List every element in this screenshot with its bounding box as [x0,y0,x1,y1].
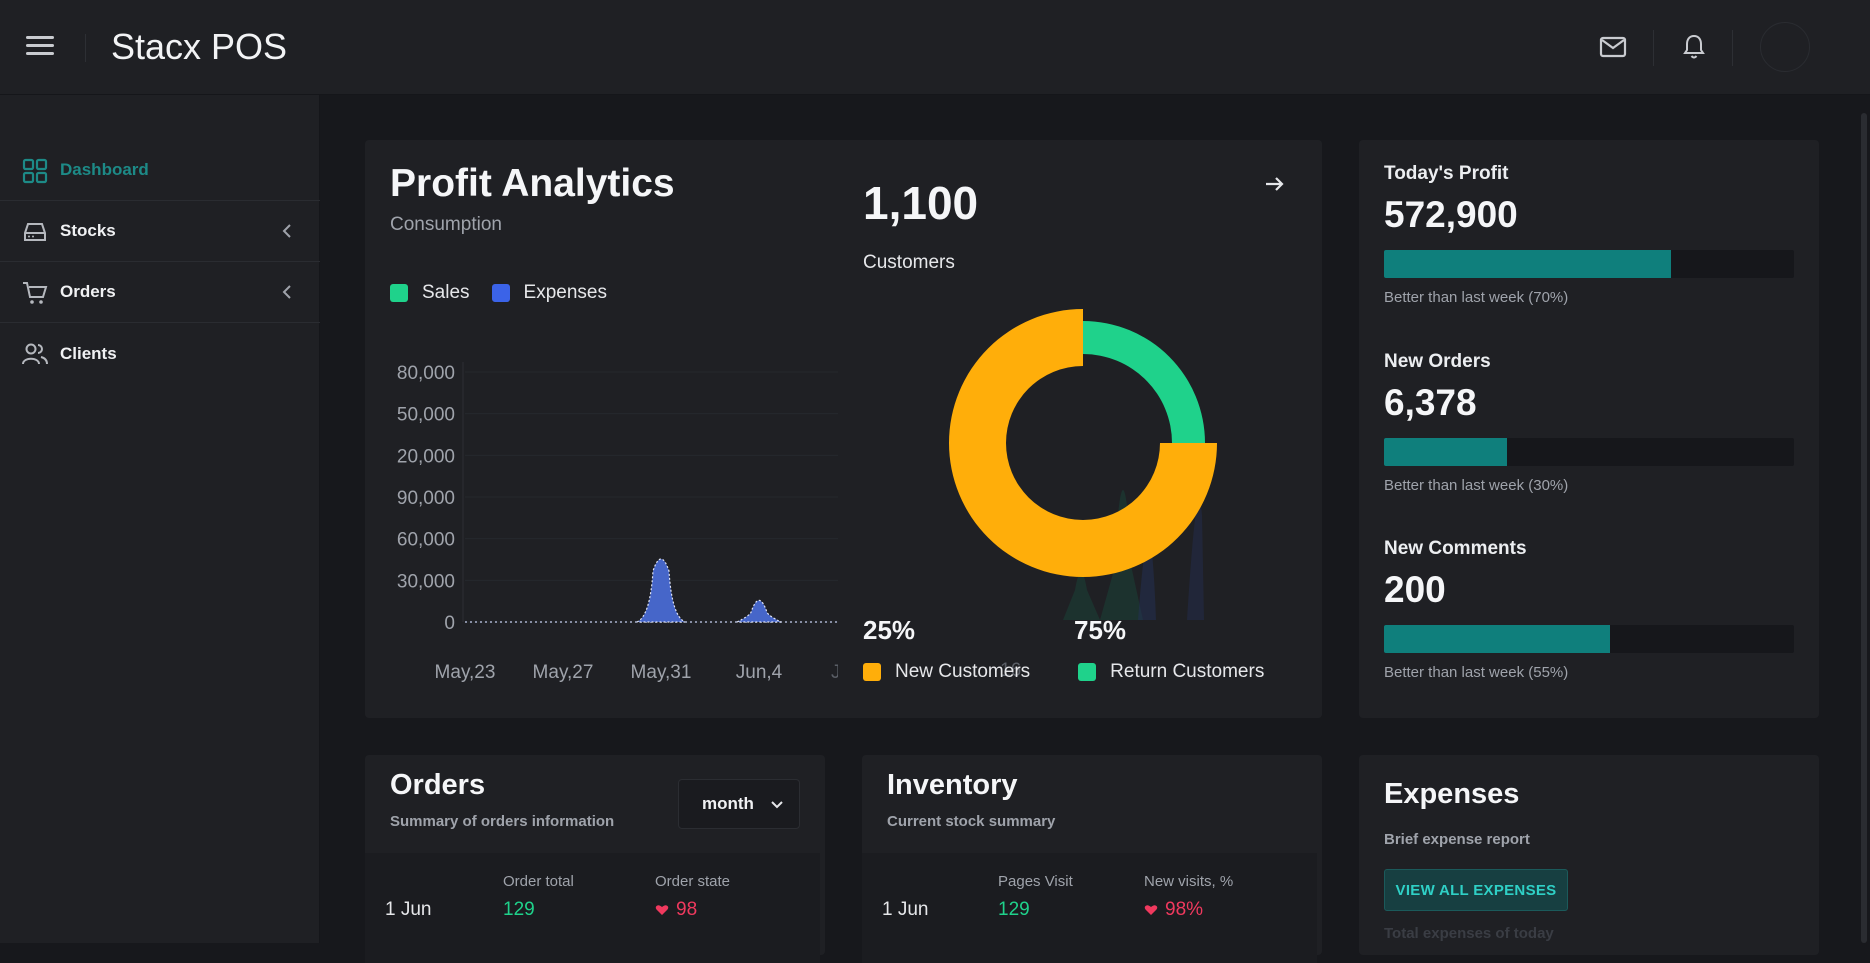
sidebar-item-label: Clients [60,343,117,363]
chevron-left-icon[interactable] [280,223,294,239]
new-visits-text: 98% [1165,899,1204,920]
stat-note: Better than last week (30%) [1384,477,1569,494]
card-subtitle: Current stock summary [887,813,1056,830]
expenses-peak[interactable] [636,558,686,623]
heart-icon [655,905,669,915]
y-tick-label: 80,000 [397,363,455,384]
card-subtitle: Summary of orders information [390,813,615,830]
sidebar-item-label: Orders [60,282,116,301]
inventory-card: Inventory Current stock summary Pages Vi… [862,755,1322,963]
stat-label: New Orders [1384,351,1491,372]
x-tick-label: May,27 [533,662,594,683]
column-header: Order state [655,873,731,890]
card-title: Expenses [1384,778,1520,810]
stat-value: 200 [1384,569,1446,610]
progress-bar [1384,250,1794,278]
profit-analytics-card: Profit Analytics Consumption Sales Expen… [365,140,1322,718]
legend-swatch-new-customers [863,663,881,681]
stats-card: Today's Profit 572,900 Better than last … [1359,140,1819,718]
page-scrollbar[interactable] [1861,113,1867,943]
stat-label: New Comments [1384,538,1527,559]
chevron-left-icon[interactable] [280,284,294,300]
sidebar: Dashboard Stocks Orders Clients [0,95,320,943]
x-tick-label: May,23 [435,662,496,683]
expenses-peak[interactable] [736,599,782,623]
divider [85,34,86,62]
dashboard-grid-icon [22,158,48,184]
menu-icon[interactable] [26,36,54,58]
stat-value: 6,378 [1384,382,1477,423]
mail-icon[interactable] [1598,32,1628,62]
stat-label: Today's Profit [1384,163,1509,184]
progress-bar [1384,625,1794,653]
users-icon [22,343,48,365]
y-tick-label: 30,000 [397,571,455,592]
inbox-icon [24,223,46,241]
order-state-text: 98 [676,899,698,920]
donut-legend: New Customers Return Customers [863,661,1264,683]
app-title: Stacx POS [111,26,288,67]
sidebar-item-label: Dashboard [60,160,149,179]
row-date: 1 Jun [882,899,929,920]
expenses-card: Expenses Brief expense report VIEW ALL E… [1359,755,1819,955]
order-state-value: 98 [655,899,697,921]
progress-fill [1384,625,1610,653]
top-bar: Stacx POS [0,0,1870,95]
divider [1732,30,1733,66]
view-all-expenses-button[interactable]: VIEW ALL EXPENSES [1384,869,1568,911]
progress-fill [1384,250,1671,278]
card-title: Inventory [887,769,1018,801]
sidebar-item-clients[interactable]: Clients [0,323,320,384]
table-row: Pages Visit New visits, % 1 Jun 129 98% [862,853,1317,963]
stat-note: Better than last week (55%) [1384,664,1569,681]
progress-bar [1384,438,1794,466]
avatar[interactable] [1760,22,1810,72]
legend-swatch-return-customers [1078,663,1097,681]
orders-card: Orders Summary of orders information mon… [365,755,825,963]
sidebar-item-dashboard[interactable]: Dashboard [0,140,320,201]
pages-visit-value: 129 [998,899,1030,920]
new-customers-percent: 25% [863,615,916,645]
period-select[interactable]: month [678,779,800,829]
x-tick-label: Jun,4 [736,662,783,683]
y-tick-label: 20,000 [397,446,455,467]
sidebar-item-label: Stocks [60,221,116,240]
cart-icon [23,282,48,304]
customers-panel: 16 1,100 Customers 25% 75% New Customers… [838,140,1322,718]
bell-icon[interactable] [1679,32,1709,62]
divider [1653,30,1654,66]
stat-value: 572,900 [1384,194,1518,235]
order-total-value: 129 [503,899,535,920]
sidebar-item-stocks[interactable]: Stocks [0,201,320,262]
progress-fill [1384,438,1507,466]
chevron-down-icon [771,801,783,809]
period-select-value: month [702,794,754,813]
column-header: Pages Visit [998,873,1073,890]
heart-icon [1144,905,1158,915]
card-subtitle: Brief expense report [1384,831,1530,848]
y-tick-label: 0 [444,613,455,634]
y-tick-label: 50,000 [397,405,455,426]
expenses-footer-text: Total expenses of today [1384,925,1554,942]
column-header: Order total [503,873,574,890]
sidebar-item-orders[interactable]: Orders [0,262,320,323]
legend-label-new-customers[interactable]: New Customers [895,661,1030,683]
row-date: 1 Jun [385,899,432,920]
return-customers-percent: 75% [1074,615,1127,645]
column-header: New visits, % [1144,873,1234,890]
card-title: Orders [390,769,486,801]
stat-note: Better than last week (70%) [1384,289,1569,306]
donut-slice-return-customers[interactable] [1083,321,1205,443]
legend-label-return-customers[interactable]: Return Customers [1110,661,1264,683]
y-tick-label: 60,000 [397,530,455,551]
donut-slice-new-customers[interactable] [949,309,1217,577]
x-tick-label: May,31 [631,662,692,683]
new-visits-value: 98% [1144,899,1203,921]
table-row: Order total Order state 1 Jun 129 98 [365,853,820,963]
y-tick-label: 90,000 [397,488,455,509]
